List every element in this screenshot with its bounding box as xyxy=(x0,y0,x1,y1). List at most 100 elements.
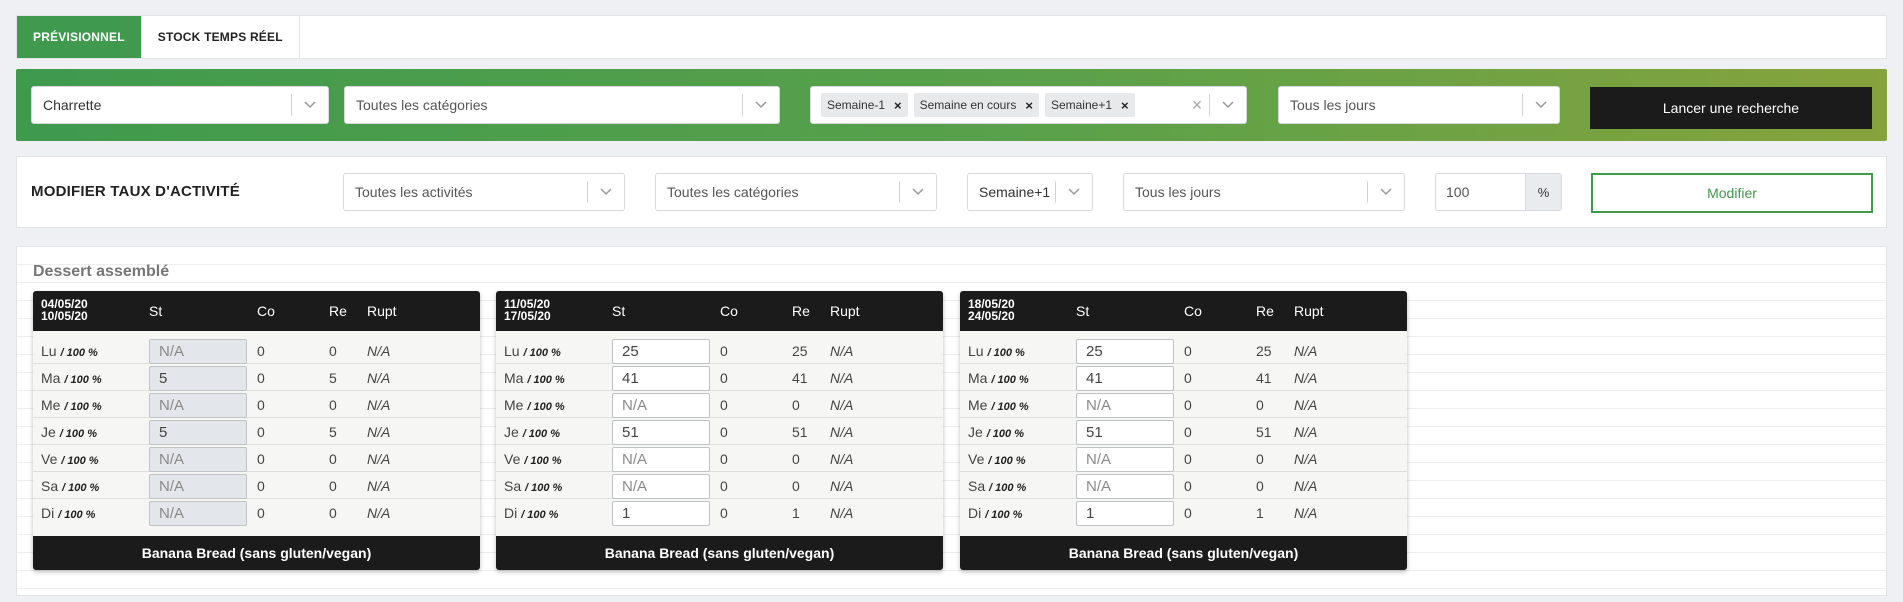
stock-input: N/A xyxy=(149,447,247,472)
modifier-category-select[interactable]: Toutes les catégories xyxy=(655,173,937,211)
week-dates: 18/05/20 24/05/20 xyxy=(968,298,1015,322)
stock-input: 5 xyxy=(149,420,247,445)
rupt-value: N/A xyxy=(1294,478,1318,494)
activity-select-placeholder: Toutes les activités xyxy=(355,184,473,200)
rupt-value: N/A xyxy=(830,424,854,440)
stock-input[interactable]: 41 xyxy=(1076,366,1174,391)
column-header: St xyxy=(612,303,626,319)
stock-input[interactable]: 51 xyxy=(1076,420,1174,445)
week-chip: Semaine+1 × xyxy=(1044,93,1135,117)
rate-input[interactable]: 100 xyxy=(1436,174,1525,210)
day-rate: / 100 % xyxy=(58,509,96,521)
rupt-value: N/A xyxy=(367,451,391,467)
day-row: Me / 100 % N/A 0 0 N/A xyxy=(496,391,943,418)
co-value: 0 xyxy=(1184,343,1192,359)
week-card: 11/05/20 17/05/20 St Co Re Rupt Lu / 100 % 25 0 2… xyxy=(496,291,943,570)
stock-input: N/A xyxy=(149,501,247,526)
week-chip: Semaine en cours × xyxy=(913,93,1039,117)
modifier-days-select[interactable]: Tous les jours xyxy=(1123,173,1405,211)
remove-chip-icon[interactable]: × xyxy=(1121,98,1129,113)
clear-icon[interactable]: × xyxy=(1185,95,1209,116)
date-end: 10/05/20 xyxy=(41,309,88,323)
percent-addon: % xyxy=(1525,174,1561,210)
stock-input[interactable]: 41 xyxy=(612,366,710,391)
stock-input[interactable]: 1 xyxy=(612,501,710,526)
co-value: 0 xyxy=(720,505,728,521)
day-rate: / 100 % xyxy=(525,482,563,494)
stock-input[interactable]: 51 xyxy=(612,420,710,445)
rupt-value: N/A xyxy=(830,505,854,521)
day-rate: / 100 % xyxy=(989,482,1027,494)
product-name: Banana Bread (sans gluten/vegan) xyxy=(33,536,480,570)
column-header: Co xyxy=(1184,303,1202,319)
stock-input: 5 xyxy=(149,366,247,391)
card-header: 04/05/20 10/05/20 St Co Re Rupt xyxy=(33,291,480,331)
re-value: 0 xyxy=(329,397,337,413)
stock-input[interactable]: N/A xyxy=(1076,474,1174,499)
day-rate: / 100 % xyxy=(64,401,102,413)
co-value: 0 xyxy=(720,370,728,386)
stock-input[interactable]: N/A xyxy=(612,474,710,499)
chevron-down-icon xyxy=(1210,101,1246,109)
modify-button[interactable]: Modifier xyxy=(1591,173,1873,213)
chevron-down-icon xyxy=(292,101,328,109)
re-value: 0 xyxy=(1256,397,1264,413)
day-rate: / 100 % xyxy=(986,428,1024,440)
tab-previsionnel[interactable]: PRÉVISIONNEL xyxy=(17,16,142,58)
stock-input[interactable]: N/A xyxy=(612,447,710,472)
re-value: 0 xyxy=(792,478,800,494)
day-label: Di / 100 % xyxy=(504,505,559,521)
day-rate: / 100 % xyxy=(524,455,562,467)
day-label: Me / 100 % xyxy=(968,397,1029,413)
co-value: 0 xyxy=(1184,505,1192,521)
day-rate: / 100 % xyxy=(60,347,98,359)
day-row: Je / 100 % 51 0 51 N/A xyxy=(960,418,1407,445)
chevron-down-icon xyxy=(588,188,624,196)
stock-input[interactable]: 1 xyxy=(1076,501,1174,526)
stock-input[interactable]: 25 xyxy=(1076,339,1174,364)
stock-input[interactable]: N/A xyxy=(1076,447,1174,472)
day-rate: / 100 % xyxy=(988,455,1026,467)
rupt-value: N/A xyxy=(367,424,391,440)
category-select[interactable]: Toutes les catégories xyxy=(344,86,780,124)
co-value: 0 xyxy=(720,397,728,413)
week-multiselect[interactable]: Semaine-1 × Semaine en cours × Semaine+1 × … xyxy=(810,86,1247,124)
product-name: Banana Bread (sans gluten/vegan) xyxy=(960,536,1407,570)
day-row: Lu / 100 % 25 0 25 N/A xyxy=(960,337,1407,364)
stock-input[interactable]: N/A xyxy=(612,393,710,418)
modifier-week-select[interactable]: Semaine+1 xyxy=(967,173,1093,211)
day-rate: / 100 % xyxy=(527,374,565,386)
days-select[interactable]: Tous les jours xyxy=(1278,86,1560,124)
day-rate: / 100 % xyxy=(62,482,100,494)
tab-stock-temps-reel[interactable]: STOCK TEMPS RÉEL xyxy=(142,16,300,58)
column-header: Rupt xyxy=(830,303,860,319)
day-rate: / 100 % xyxy=(64,374,102,386)
day-label: Me / 100 % xyxy=(504,397,565,413)
day-label: Sa / 100 % xyxy=(968,478,1027,494)
column-header: St xyxy=(1076,303,1090,319)
activity-select[interactable]: Toutes les activités xyxy=(343,173,625,211)
remove-chip-icon[interactable]: × xyxy=(1025,98,1033,113)
co-value: 0 xyxy=(1184,424,1192,440)
search-button[interactable]: Lancer une recherche xyxy=(1590,87,1872,129)
re-value: 0 xyxy=(329,343,337,359)
stock-input[interactable]: 25 xyxy=(612,339,710,364)
day-rate: / 100 % xyxy=(985,509,1023,521)
rupt-value: N/A xyxy=(1294,397,1318,413)
remove-chip-icon[interactable]: × xyxy=(894,98,902,113)
day-row: Ma / 100 % 41 0 41 N/A xyxy=(960,364,1407,391)
column-header: Re xyxy=(792,303,810,319)
week-dates: 04/05/20 10/05/20 xyxy=(41,298,88,322)
day-row: Me / 100 % N/A 0 0 N/A xyxy=(960,391,1407,418)
date-end: 24/05/20 xyxy=(968,309,1015,323)
day-label: Sa / 100 % xyxy=(41,478,100,494)
stock-input[interactable]: N/A xyxy=(1076,393,1174,418)
co-value: 0 xyxy=(1184,478,1192,494)
day-label: Ma / 100 % xyxy=(968,370,1029,386)
stock-input: N/A xyxy=(149,339,247,364)
day-label: Ve / 100 % xyxy=(968,451,1026,467)
activity-rate-panel: MODIFIER TAUX D'ACTIVITÉ Toutes les acti… xyxy=(16,156,1887,228)
re-value: 1 xyxy=(792,505,800,521)
site-select[interactable]: Charrette xyxy=(31,86,329,124)
re-value: 0 xyxy=(329,478,337,494)
